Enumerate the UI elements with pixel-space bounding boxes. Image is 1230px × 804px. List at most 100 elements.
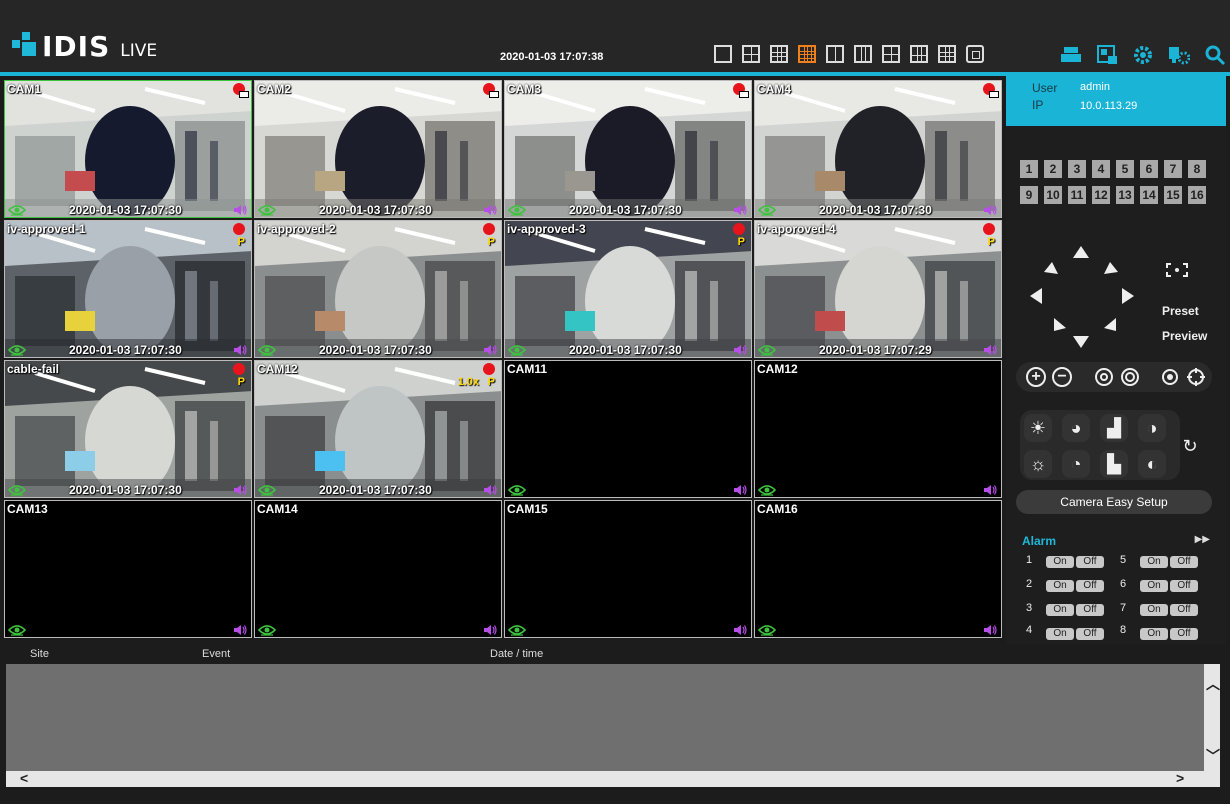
channel-button-13[interactable]: 13 [1116,186,1134,204]
camera-tile[interactable]: CAM16 [754,500,1002,638]
camera-tile[interactable]: CAM12 [754,360,1002,498]
layout-2x2-icon[interactable] [742,45,760,63]
channel-button-9[interactable]: 9 [1020,186,1038,204]
sharpness-up-icon[interactable]: ▟ [1100,414,1128,442]
horizontal-scrollbar[interactable]: < > [6,770,1220,787]
alarm-on-button[interactable]: On [1140,604,1168,616]
motion-eye-icon [257,623,277,636]
alarm-off-button[interactable]: Off [1076,556,1104,568]
scroll-up-icon[interactable]: ︿ [1206,674,1220,694]
channel-button-4[interactable]: 4 [1092,160,1110,178]
channel-button-3[interactable]: 3 [1068,160,1086,178]
channel-button-8[interactable]: 8 [1188,160,1206,178]
gear-button[interactable] [1132,44,1154,66]
channel-button-14[interactable]: 14 [1140,186,1158,204]
channel-button-7[interactable]: 7 [1164,160,1182,178]
layout-1x1-icon[interactable] [714,45,732,63]
alarm-on-button[interactable]: On [1046,580,1074,592]
camera-name: iv-approved-3 [507,222,586,236]
camera-tile[interactable]: CAM13 [4,500,252,638]
alarm-off-button[interactable]: Off [1170,580,1198,592]
color-down-icon[interactable]: ◔ [1062,450,1090,478]
scroll-right-icon[interactable]: > [1176,770,1184,786]
scroll-down-icon[interactable]: ﹀ [1206,746,1220,766]
network-setup-icon [1169,47,1191,65]
camera-tile[interactable]: CAM4 2020-01-03 17:07:30 [754,80,1002,218]
camera-tile[interactable]: CAM15 [504,500,752,638]
printer-button[interactable] [1060,44,1082,66]
brightness-up-icon[interactable]: ☀ [1024,414,1052,442]
camera-tile[interactable]: CAM1 2020-01-03 17:07:30 [4,80,252,218]
channel-button-11[interactable]: 11 [1068,186,1086,204]
fullscreen-icon[interactable] [966,45,984,63]
focus-near-icon[interactable] [1094,367,1114,387]
layout-custom-icon[interactable] [938,45,956,63]
network-setup-button[interactable] [1168,44,1191,66]
preset-button[interactable]: Preset [1162,304,1199,318]
channel-button-2[interactable]: 2 [1044,160,1062,178]
channel-button-15[interactable]: 15 [1164,186,1182,204]
alarm-off-button[interactable]: Off [1170,604,1198,616]
alarm-expand-icon[interactable]: ▶▶ [1195,534,1210,545]
camera-tile[interactable]: CAM12 2020-01-03 17:07:30 P 1.0x [254,360,502,498]
vertical-scrollbar[interactable]: ︿ ﹀ [1204,664,1220,771]
camera-tile[interactable]: CAM2 2020-01-03 17:07:30 [254,80,502,218]
alarm-on-button[interactable]: On [1140,628,1168,640]
camera-tile[interactable]: iv-approved-1 2020-01-03 17:07:30 P [4,220,252,358]
camera-name: cable-fail [7,362,60,376]
zoom-out-button[interactable]: − [1052,367,1072,387]
layout-1plus-icon[interactable] [826,45,844,63]
channel-button-6[interactable]: 6 [1140,160,1158,178]
sharpness-down-icon[interactable]: ▙ [1100,450,1128,478]
reset-icon[interactable]: ↻ [1176,432,1204,460]
iris-close-icon[interactable] [1186,367,1206,387]
channel-button-12[interactable]: 12 [1092,186,1110,204]
alarm-off-button[interactable]: Off [1076,604,1104,616]
color-up-icon[interactable]: ◕ [1062,414,1090,442]
alarm-on-button[interactable]: On [1046,604,1074,616]
layout-1x3-icon[interactable] [854,45,872,63]
alarm-off-button[interactable]: Off [1076,628,1104,640]
layout-4x4-icon[interactable] [798,45,816,63]
brand-text: IDIS [42,30,111,63]
camera-tile[interactable]: CAM3 2020-01-03 17:07:30 [504,80,752,218]
channel-button-16[interactable]: 16 [1188,186,1206,204]
alarm-on-button[interactable]: On [1140,580,1168,592]
ptz-left-icon [1030,288,1042,304]
scroll-left-icon[interactable]: < [20,770,28,786]
alarm-off-button[interactable]: Off [1170,556,1198,568]
camera-tile[interactable]: CAM11 [504,360,752,498]
layout-1plus5-icon[interactable] [882,45,900,63]
preview-button[interactable]: Preview [1162,329,1207,343]
col-datetime[interactable]: Date / time [490,648,543,660]
camera-tile[interactable]: cable-fail 2020-01-03 17:07:30 P [4,360,252,498]
printer-icon [1061,47,1081,62]
control-panel: User admin IP 10.0.113.29 1 2 3 4 5 6 7 8 9 10 11 1… [1006,76,1226,644]
camera-tile[interactable]: iv-approved-2 2020-01-03 17:07:30 P [254,220,502,358]
col-site[interactable]: Site [30,648,49,660]
alarm-on-button[interactable]: On [1140,556,1168,568]
layout-1plus7-icon[interactable] [910,45,928,63]
zoom-in-button[interactable]: + [1026,367,1046,387]
camera-tile[interactable]: iv-aporoved-4 2020-01-03 17:07:29 P [754,220,1002,358]
layout-3x3-icon[interactable] [770,45,788,63]
contrast-up-icon[interactable]: ◑ [1138,414,1166,442]
channel-button-1[interactable]: 1 [1020,160,1038,178]
channel-button-5[interactable]: 5 [1116,160,1134,178]
alarm-off-button[interactable]: Off [1076,580,1104,592]
search-button[interactable] [1204,44,1226,66]
col-event[interactable]: Event [202,648,230,660]
contrast-down-icon[interactable]: ◐ [1138,450,1166,478]
alarm-on-button[interactable]: On [1046,628,1074,640]
camera-tile[interactable]: CAM14 [254,500,502,638]
focus-far-icon[interactable] [1120,367,1140,387]
alarm-on-button[interactable]: On [1046,556,1074,568]
channel-button-10[interactable]: 10 [1044,186,1062,204]
alarm-off-button[interactable]: Off [1170,628,1198,640]
video-feed [255,81,501,217]
camera-tile[interactable]: iv-approved-3 2020-01-03 17:07:30 P [504,220,752,358]
camera-easy-setup-button[interactable]: Camera Easy Setup [1016,490,1212,514]
export-button[interactable] [1096,44,1118,66]
brightness-down-icon[interactable]: ☼ [1024,450,1052,478]
iris-open-icon[interactable] [1160,367,1180,387]
